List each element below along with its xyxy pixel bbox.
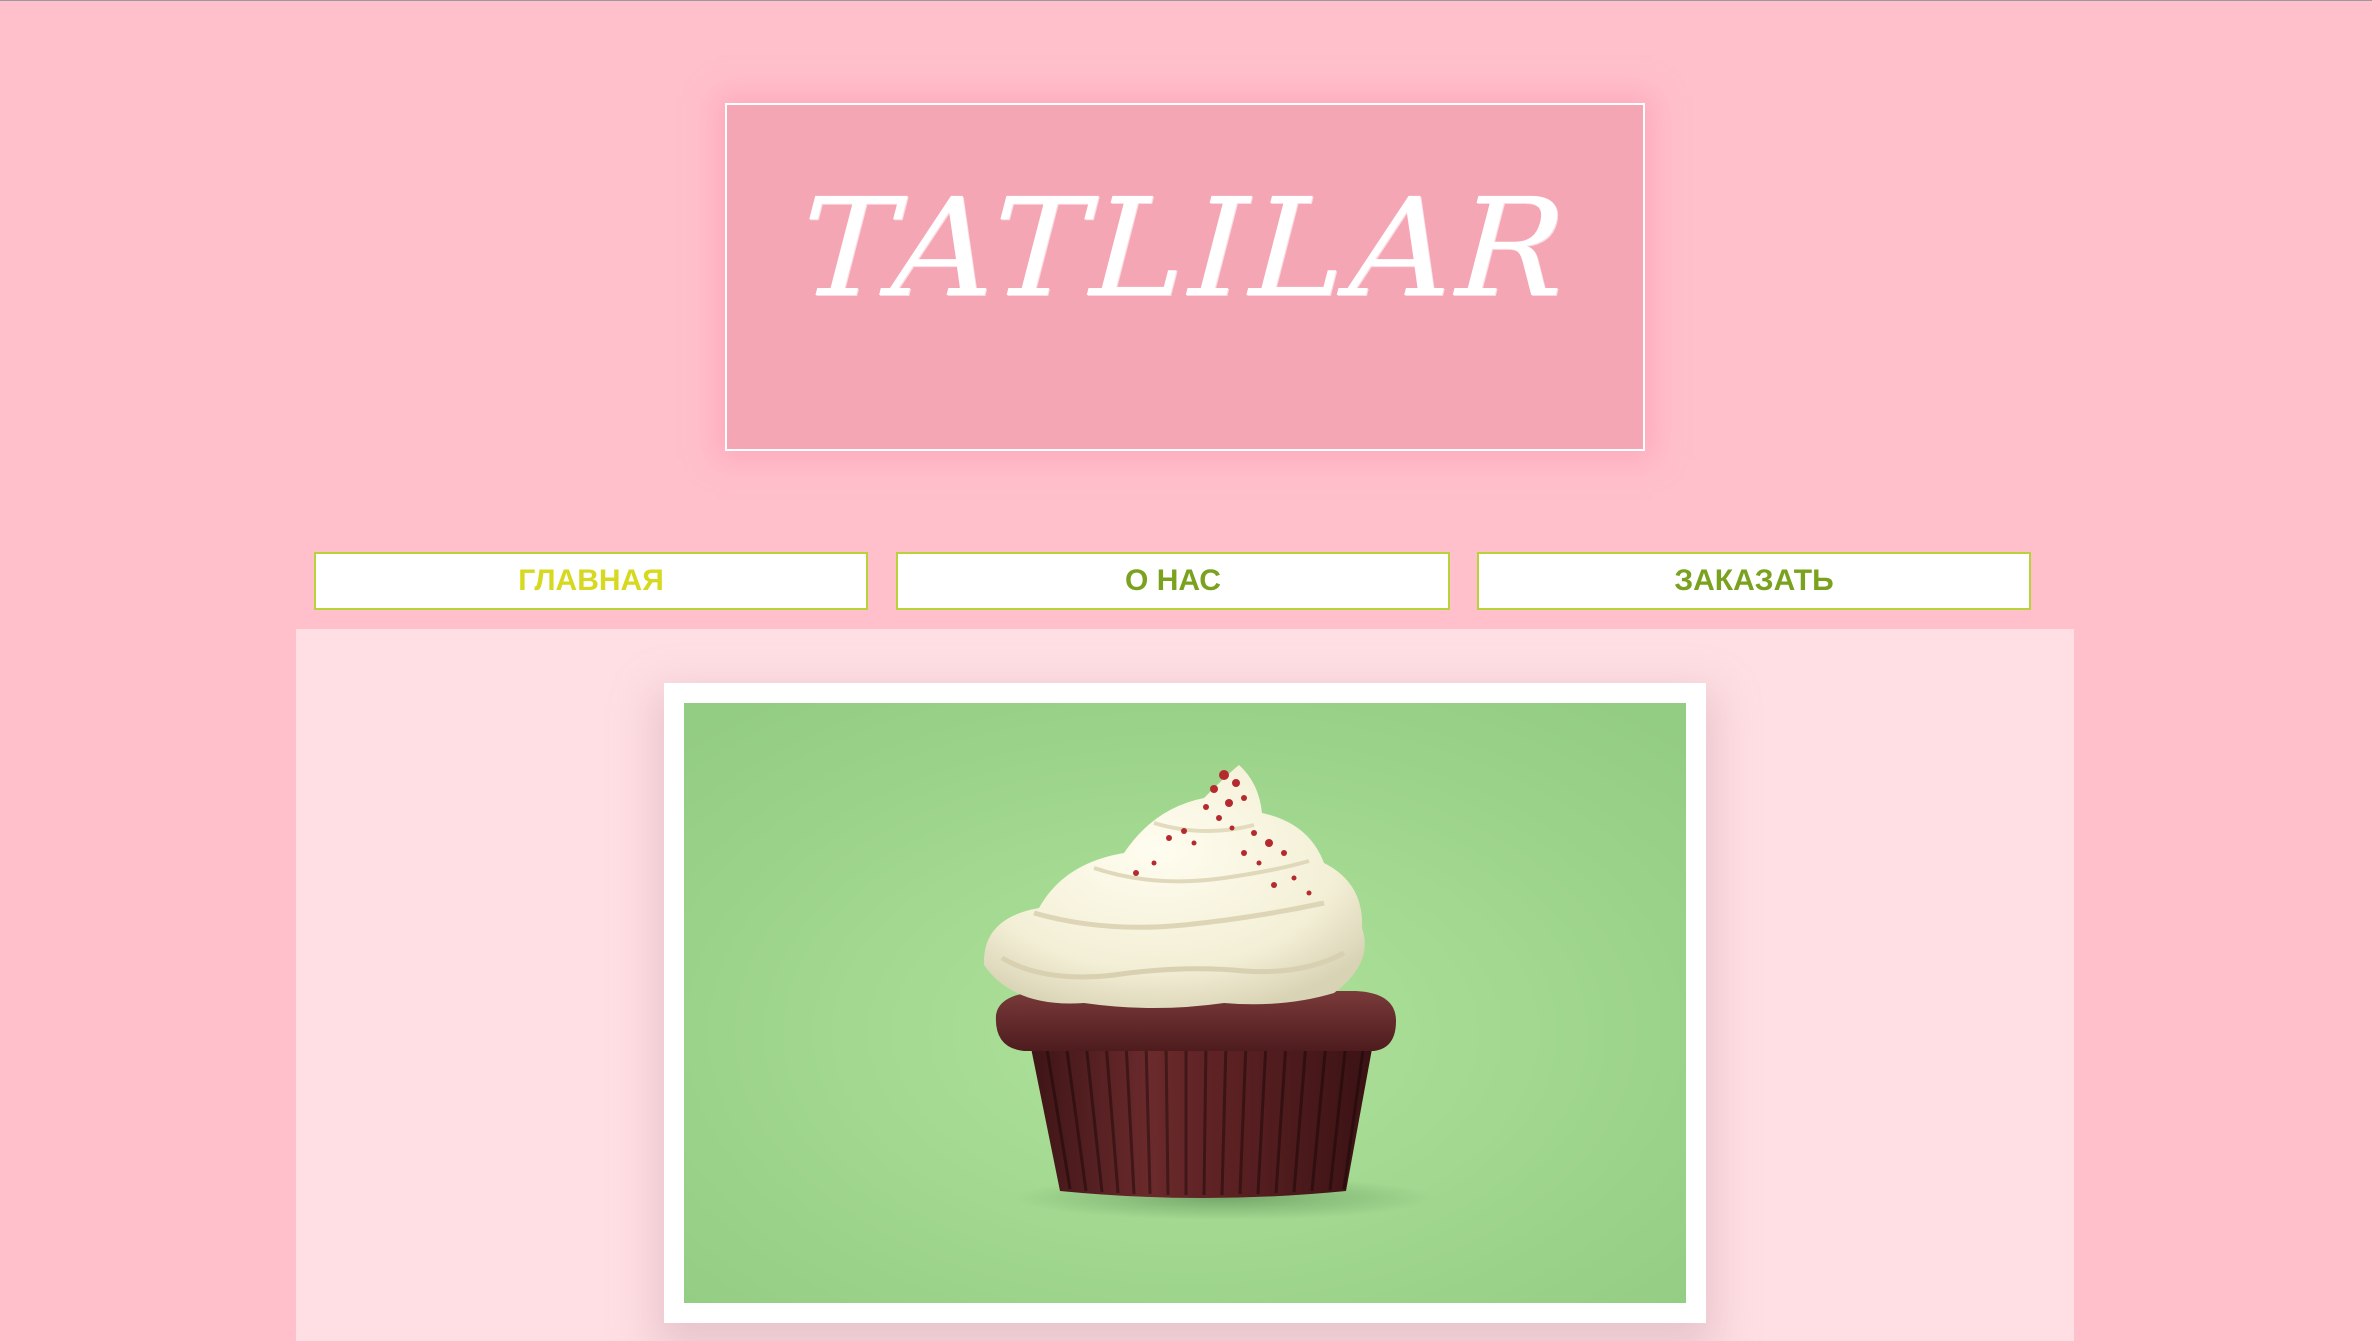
nav-about-button[interactable]: О НАС [896,552,1450,610]
site-logo-text: TATLILAR [796,170,1574,328]
logo-banner: TATLILAR [725,103,1645,451]
main-content [296,629,2074,1341]
nav-order-button[interactable]: ЗАКАЗАТЬ [1477,552,2031,610]
hero-photo-frame [664,683,1706,1323]
cupcake-illustration [684,703,1686,1303]
main-navigation: ГЛАВНАЯ О НАС ЗАКАЗАТЬ [314,552,2032,612]
cupcake-photo [684,703,1686,1303]
nav-home-button[interactable]: ГЛАВНАЯ [314,552,868,610]
